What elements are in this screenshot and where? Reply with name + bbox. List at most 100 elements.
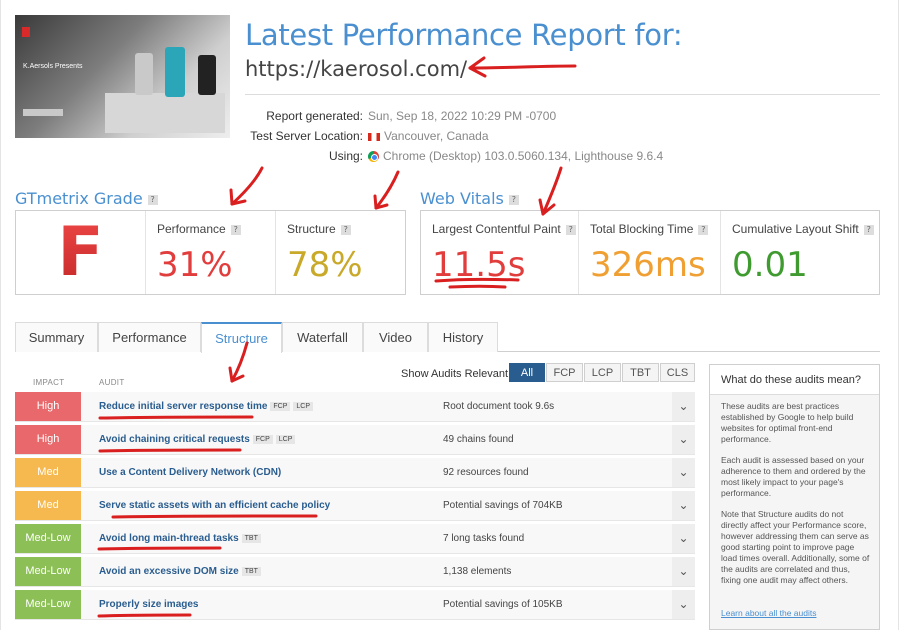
chevron-down-icon[interactable]: ⌄ — [672, 557, 695, 586]
report-url[interactable]: https://kaerosol.com/ — [245, 57, 467, 81]
page-title: Latest Performance Report for: — [245, 18, 683, 52]
explanation-heading: What do these audits mean? — [710, 365, 879, 395]
chevron-down-icon[interactable]: ⌄ — [672, 392, 695, 421]
audit-column-header: AUDIT — [99, 378, 125, 387]
meta-value: Chrome (Desktop) 103.0.5060.134, Lightho… — [368, 149, 663, 163]
audit-name[interactable]: Avoid an excessive DOM size TBT — [99, 566, 261, 577]
canada-flag-icon — [368, 132, 380, 141]
impact-badge: Med — [15, 491, 81, 520]
audit-name[interactable]: Properly size images — [99, 599, 199, 610]
tab-waterfall[interactable]: Waterfall — [282, 322, 363, 352]
help-icon[interactable]: ? — [863, 224, 874, 235]
meta-key: Report generated: — [266, 109, 363, 123]
audits-explanation-panel: What do these audits mean? These audits … — [709, 364, 880, 630]
structure-label: Structure? — [287, 222, 351, 236]
filter-tbt[interactable]: TBT — [622, 363, 659, 382]
metric-tag: TBT — [241, 533, 261, 543]
explanation-paragraph: Each audit is assessed based on your adh… — [721, 455, 866, 498]
chevron-down-icon[interactable]: ⌄ — [672, 590, 695, 619]
audit-row[interactable]: High Reduce initial server response time F… — [15, 392, 695, 422]
chevron-down-icon[interactable]: ⌄ — [672, 425, 695, 454]
metric-tag: FCP — [252, 434, 273, 444]
site-screenshot-thumbnail[interactable]: K.Aersols Presents — [15, 15, 230, 138]
site-logo — [22, 27, 30, 37]
filter-lcp[interactable]: LCP — [584, 363, 621, 382]
grade-letter: F — [16, 211, 145, 294]
meta-key: Using: — [328, 149, 363, 163]
web-vitals-heading: Web Vitals? — [420, 189, 519, 208]
impact-badge: High — [15, 392, 81, 421]
meta-row-report-generated: Report generated: Sun, Sep 18, 2022 10:2… — [245, 109, 885, 127]
impact-badge: Med-Low — [15, 590, 81, 619]
learn-audits-link[interactable]: Learn about all the audits — [721, 608, 816, 618]
thumbnail-bottle — [135, 53, 153, 95]
cls-value: 0.01 — [732, 245, 808, 285]
web-vitals-panel: Largest Contentful Paint? 11.5s Total Bl… — [420, 210, 880, 295]
tbt-cell: Total Blocking Time? 326ms — [578, 211, 720, 294]
thumbnail-button — [23, 109, 63, 116]
filter-all[interactable]: All — [509, 363, 545, 382]
impact-badge: Med-Low — [15, 557, 81, 586]
audit-result: 1,138 elements — [443, 566, 512, 577]
cls-label: Cumulative Layout Shift? — [732, 222, 874, 236]
impact-badge: Med-Low — [15, 524, 81, 553]
chevron-down-icon[interactable]: ⌄ — [672, 491, 695, 520]
meta-row-using: Using: Chrome (Desktop) 103.0.5060.134, … — [245, 149, 885, 167]
tab-structure[interactable]: Structure — [201, 322, 282, 353]
help-icon[interactable]: ? — [230, 224, 241, 235]
thumbnail-bottle — [198, 55, 216, 95]
audit-row[interactable]: Med-Low Avoid long main-thread tasks TBT 7 … — [15, 524, 695, 554]
tab-performance[interactable]: Performance — [98, 322, 201, 352]
help-icon[interactable]: ? — [340, 224, 351, 235]
performance-value: 31% — [157, 245, 233, 285]
help-icon[interactable]: ? — [698, 224, 709, 235]
structure-score-cell: Structure? 78% — [275, 211, 405, 294]
audit-result: 7 long tasks found — [443, 533, 525, 544]
audit-name[interactable]: Use a Content Delivery Network (CDN) — [99, 467, 281, 478]
metric-tag: FCP — [270, 401, 291, 411]
thumbnail-tagline: K.Aersols Presents — [23, 63, 83, 70]
chrome-icon — [368, 151, 379, 163]
grade-panel: F Performance? 31% Structure? 78% — [15, 210, 406, 295]
audit-row[interactable]: Med Serve static assets with an efficient… — [15, 491, 695, 521]
tab-summary[interactable]: Summary — [15, 322, 98, 352]
performance-score-cell: Performance? 31% — [145, 211, 275, 294]
audit-name[interactable]: Avoid long main-thread tasks TBT — [99, 533, 261, 544]
help-icon[interactable]: ? — [508, 194, 519, 205]
audit-row[interactable]: Med Use a Content Delivery Network (CDN) 9… — [15, 458, 695, 488]
audit-result: Root document took 9.6s — [443, 401, 555, 412]
filter-fcp[interactable]: FCP — [546, 363, 583, 382]
filter-cls[interactable]: CLS — [660, 363, 695, 382]
explanation-paragraph: Note that Structure audits do not direct… — [721, 509, 870, 585]
help-icon[interactable]: ? — [147, 194, 158, 205]
lcp-label: Largest Contentful Paint? — [432, 222, 576, 236]
audit-result: 49 chains found — [443, 434, 514, 445]
chevron-down-icon[interactable]: ⌄ — [672, 458, 695, 487]
audit-name[interactable]: Serve static assets with an efficient ca… — [99, 500, 330, 511]
report-tabs: Summary Performance Structure Waterfall … — [15, 322, 880, 353]
tab-video[interactable]: Video — [363, 322, 428, 352]
meta-row-server-location: Test Server Location: Vancouver, Canada — [245, 129, 885, 147]
filter-label: Show Audits Relevant to — [401, 368, 521, 380]
meta-value: Vancouver, Canada — [368, 129, 489, 143]
metric-tag: LCP — [275, 434, 296, 444]
gtmetrix-grade-heading: GTmetrix Grade? — [15, 189, 158, 208]
audit-row[interactable]: Med-Low Properly size images Potential sav… — [15, 590, 695, 620]
audit-name[interactable]: Reduce initial server response time FCP LC… — [99, 401, 314, 412]
thumbnail-bottle — [165, 47, 185, 97]
metric-tag: TBT — [241, 566, 261, 576]
meta-key: Test Server Location: — [250, 129, 363, 143]
structure-value: 78% — [287, 245, 363, 285]
help-icon[interactable]: ? — [565, 224, 576, 235]
impact-column-header: IMPACT — [33, 378, 65, 387]
audit-name[interactable]: Avoid chaining critical requests FCP LCP — [99, 434, 296, 445]
audit-row[interactable]: High Avoid chaining critical requests FCP L… — [15, 425, 695, 455]
tab-history[interactable]: History — [428, 322, 498, 352]
meta-value: Sun, Sep 18, 2022 10:29 PM -0700 — [368, 109, 557, 123]
chevron-down-icon[interactable]: ⌄ — [672, 524, 695, 553]
explanation-paragraph: These audits are best practices establis… — [721, 401, 854, 444]
tbt-label: Total Blocking Time? — [590, 222, 709, 236]
audit-row[interactable]: Med-Low Avoid an excessive DOM size TBT 1,1… — [15, 557, 695, 587]
header-divider — [245, 94, 880, 95]
performance-label: Performance? — [157, 222, 241, 236]
